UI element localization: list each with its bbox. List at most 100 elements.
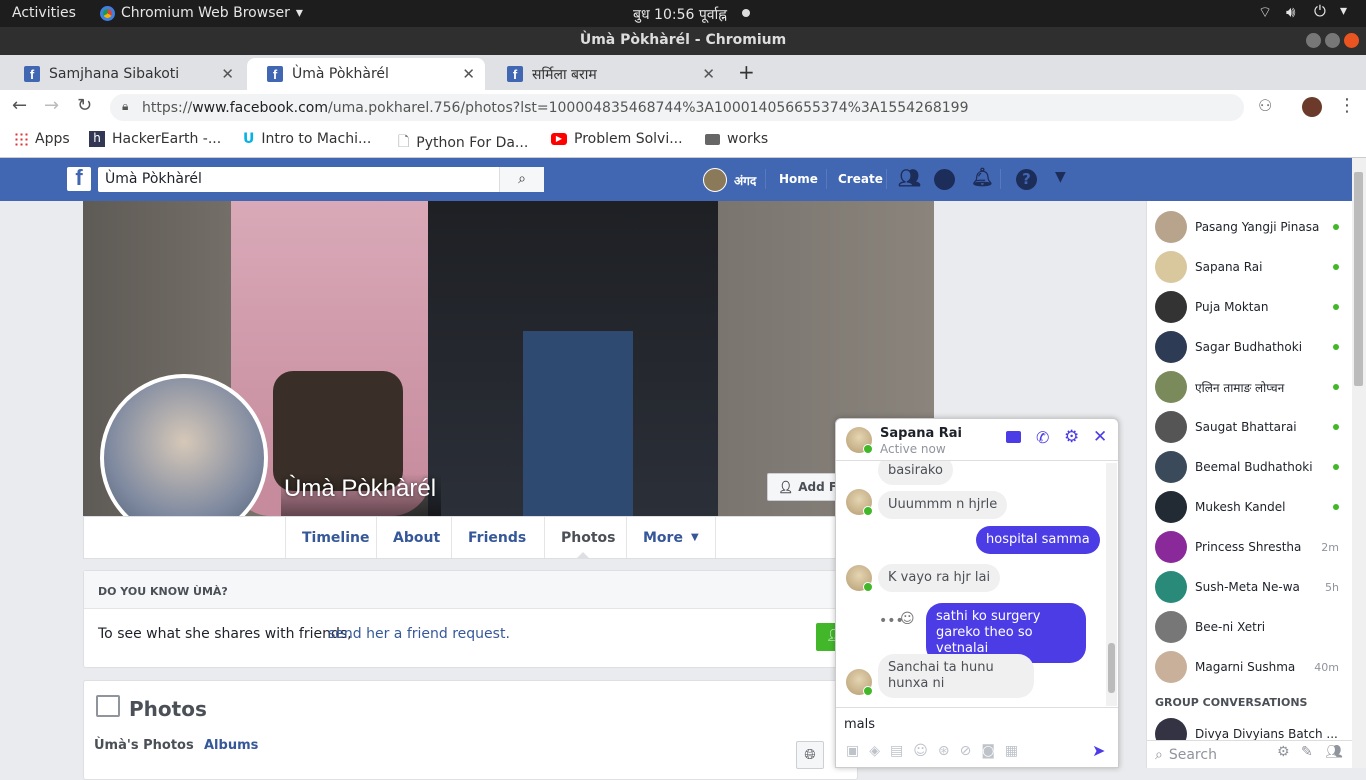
contact-item[interactable]: Bee-ni Xetri xyxy=(1147,607,1353,647)
send-icon[interactable]: ➤ xyxy=(1092,741,1105,760)
chat-settings-gear-icon[interactable]: ⚙ xyxy=(1064,427,1079,447)
forward-icon[interactable]: → xyxy=(44,95,59,116)
contact-item[interactable]: Beemal Budhathoki xyxy=(1147,447,1353,487)
camera-icon[interactable]: ◙ xyxy=(981,743,995,759)
tab-albums[interactable]: Albums xyxy=(204,738,258,753)
image-icon[interactable]: ▣ xyxy=(846,743,859,759)
volume-icon[interactable]: 🔊︎ xyxy=(1286,3,1295,21)
page-scrollbar[interactable] xyxy=(1352,158,1366,768)
sticker-icon[interactable]: ◈ xyxy=(869,743,880,759)
contact-item[interactable]: Mukesh Kandel xyxy=(1147,487,1353,527)
bookmark-problem-solving[interactable]: ▶ Problem Solvi... xyxy=(551,131,683,147)
user-avatar[interactable] xyxy=(703,168,727,192)
close-window-icon[interactable] xyxy=(1344,33,1359,48)
tab-samjhana[interactable]: f Samjhana Sibakoti ✕ xyxy=(4,58,244,90)
game-icon[interactable]: ⊛ xyxy=(938,743,950,759)
gif-icon[interactable]: ▤ xyxy=(890,743,903,759)
friend-requests-icon[interactable]: 👥︎ xyxy=(898,168,921,189)
new-tab-icon[interactable]: + xyxy=(738,60,755,84)
address-bar[interactable]: 🔒︎ https://www.facebook.com/uma.pokharel… xyxy=(110,94,1244,121)
os-top-bar: Activities Chromium Web Browser ▾ बुध 10… xyxy=(0,0,1366,27)
contact-item[interactable]: Sapana Rai xyxy=(1147,247,1353,287)
sidebar-search[interactable]: ⌕ Search ⚙ ✎ 👥︎ xyxy=(1147,740,1353,768)
bookmark-intro-machine-learning[interactable]: U Intro to Machi... xyxy=(243,131,371,147)
tab-about[interactable]: About xyxy=(376,517,456,558)
close-tab-icon[interactable]: ✕ xyxy=(702,65,715,83)
tab-uma-photos[interactable]: Ùmà's Photos xyxy=(94,738,194,753)
power-icon[interactable]: ⏻ xyxy=(1314,2,1326,20)
activities-button[interactable]: Activities xyxy=(12,5,76,21)
minimize-icon[interactable] xyxy=(1306,33,1321,48)
chat-avatar[interactable] xyxy=(846,427,873,454)
contact-item[interactable]: Sagar Budhathoki xyxy=(1147,327,1353,367)
profile-name[interactable]: Ùmà Pòkhàrél xyxy=(284,475,436,503)
chat-contact-name[interactable]: Sapana Rai xyxy=(880,426,962,441)
account-menu-caret-icon[interactable]: ▼ xyxy=(1055,169,1066,185)
bookmark-apps[interactable]: Apps xyxy=(14,131,70,147)
contact-item[interactable]: Saugat Bhattarai xyxy=(1147,407,1353,447)
message-in: basirako xyxy=(878,461,953,485)
system-menu-caret-icon[interactable]: ▾ xyxy=(1340,3,1347,19)
reload-icon[interactable]: ↻ xyxy=(77,95,92,116)
search-icon[interactable]: ⌕ xyxy=(499,167,544,192)
sidebar-settings-gear-icon[interactable]: ⚙ xyxy=(1277,744,1290,760)
facebook-favicon-icon: f xyxy=(267,66,283,82)
table-icon[interactable]: ▦ xyxy=(1005,743,1018,759)
clock[interactable]: बुध 10:56 पूर्वाह्न xyxy=(633,5,727,24)
tab-uma[interactable]: f Ùmà Pòkhàrél ✕ xyxy=(247,58,485,90)
page-scrollbar-thumb[interactable] xyxy=(1354,172,1363,386)
app-menu[interactable]: Chromium Web Browser ▾ xyxy=(100,5,303,21)
menu-dots-icon[interactable]: ⋮ xyxy=(1338,95,1356,116)
emoji-icon[interactable]: ☺ xyxy=(913,743,928,759)
create-link[interactable]: Create xyxy=(838,172,883,186)
message-input[interactable]: mals xyxy=(844,717,875,732)
contact-item[interactable]: Puja Moktan xyxy=(1147,287,1353,327)
video-call-icon[interactable] xyxy=(1006,431,1021,443)
contact-item[interactable]: Magarni Sushma 40m xyxy=(1147,647,1353,687)
tab-timeline[interactable]: Timeline xyxy=(285,517,386,558)
wifi-icon[interactable]: ⌔ xyxy=(1258,3,1272,22)
user-name-link[interactable]: अंगद xyxy=(734,172,756,189)
contact-item[interactable]: एलिन तामाङ लोप्चन xyxy=(1147,367,1353,407)
bookmark-folder-works[interactable]: works xyxy=(705,131,768,147)
contact-name: Princess Shrestha xyxy=(1195,540,1302,554)
bookmark-label: Problem Solvi... xyxy=(574,131,683,147)
incognito-icon[interactable]: ⚇ xyxy=(1258,96,1272,115)
facebook-search-input[interactable]: Ùmà Pòkhàrél ⌕ xyxy=(98,167,544,192)
divider xyxy=(1000,169,1001,189)
contact-avatar xyxy=(1155,451,1187,483)
home-link[interactable]: Home xyxy=(779,172,818,186)
new-group-icon[interactable]: 👥︎ xyxy=(1325,744,1343,760)
tab-more[interactable]: More ▼ xyxy=(626,517,716,558)
phone-call-icon[interactable]: ✆ xyxy=(1036,428,1049,447)
new-message-icon[interactable]: ✎ xyxy=(1301,744,1313,760)
profile-avatar[interactable] xyxy=(1302,97,1322,117)
notifications-bell-icon[interactable]: 🔔︎ xyxy=(971,167,994,188)
bookmark-hackerearth[interactable]: h HackerEarth -... xyxy=(89,131,221,147)
contact-name: Sagar Budhathoki xyxy=(1195,340,1303,354)
facebook-logo-icon[interactable]: f xyxy=(67,165,91,191)
facebook-favicon-icon: f xyxy=(507,66,523,82)
contact-item[interactable]: Princess Shrestha 2m xyxy=(1147,527,1353,567)
chat-scrollbar-thumb[interactable] xyxy=(1108,643,1115,693)
help-icon[interactable]: ? xyxy=(1016,169,1037,190)
close-tab-icon[interactable]: ✕ xyxy=(221,65,234,83)
globe-icon[interactable]: 🌐︎ xyxy=(796,741,824,769)
close-chat-icon[interactable]: ✕ xyxy=(1093,427,1107,447)
tab-friends[interactable]: Friends xyxy=(451,517,542,558)
react-emoji-icon[interactable]: ☺ xyxy=(900,611,915,627)
close-tab-icon[interactable]: ✕ xyxy=(462,65,475,83)
attach-icon[interactable]: ⊘ xyxy=(960,743,972,759)
divider xyxy=(886,169,887,189)
contact-item[interactable]: Pasang Yangji Pinasa xyxy=(1147,207,1353,247)
do-you-know-card: DO YOU KNOW ÙMÀ? To see what she shares … xyxy=(83,570,858,668)
messenger-icon[interactable] xyxy=(934,169,955,190)
contact-item[interactable]: Sush-Meta Ne-wa 5h xyxy=(1147,567,1353,607)
friend-request-link[interactable]: send her a friend request. xyxy=(328,626,510,642)
tab-sarmila[interactable]: f सर्मिला बराम ✕ xyxy=(487,58,725,90)
bookmark-python[interactable]: 🗋 Python For Da... xyxy=(398,131,528,155)
maximize-icon[interactable] xyxy=(1325,33,1340,48)
back-icon[interactable]: ← xyxy=(12,95,27,116)
online-indicator-icon xyxy=(1333,224,1339,230)
chat-messages[interactable]: basirako Uuummm n hjrle hospital samma K… xyxy=(836,461,1118,707)
